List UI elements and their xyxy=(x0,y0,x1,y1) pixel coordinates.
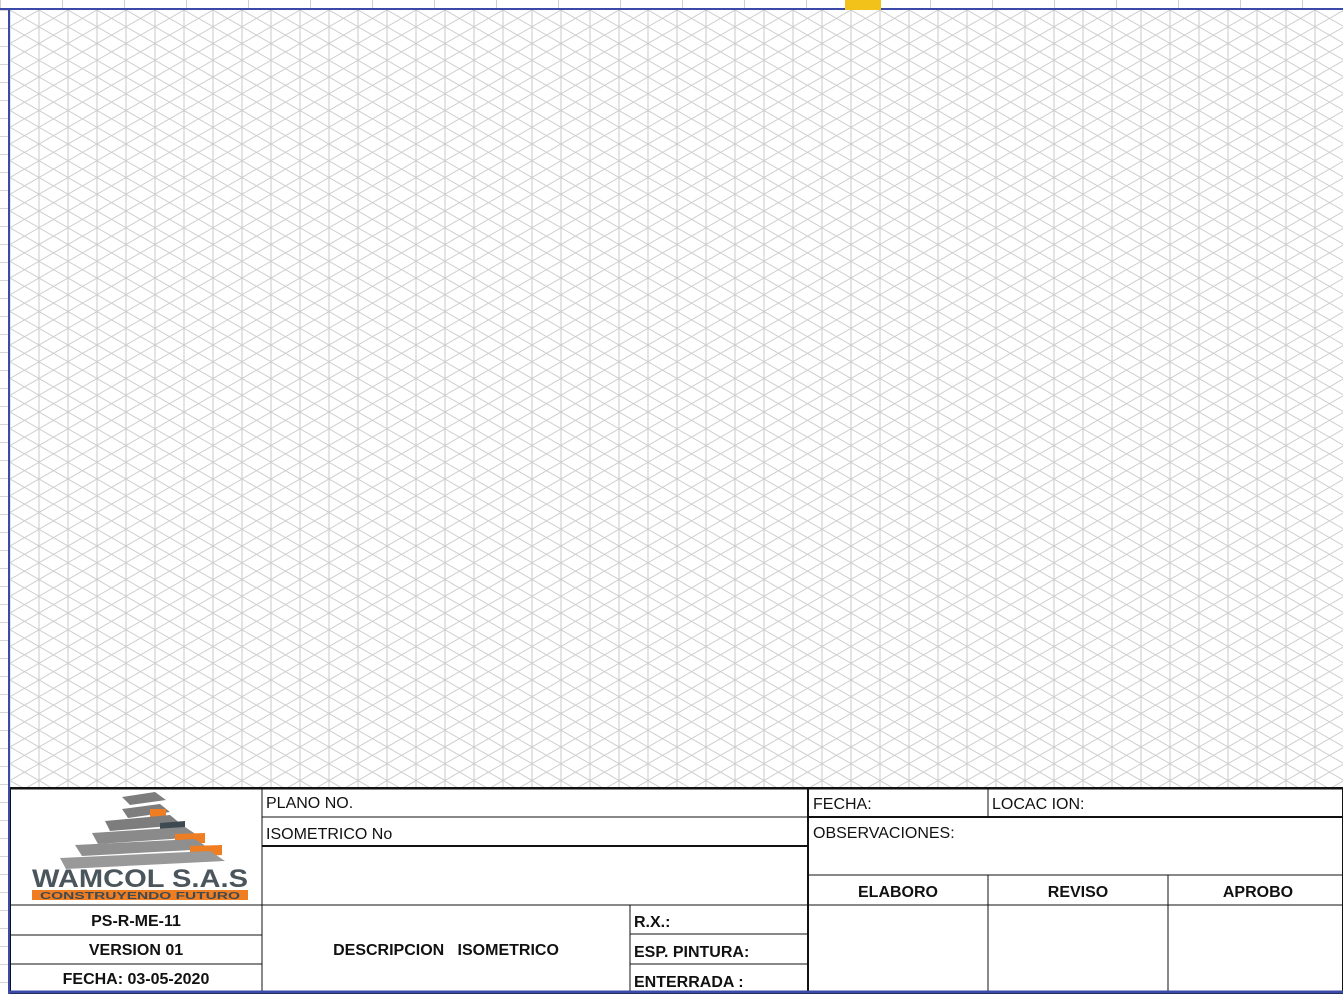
row-header-bar xyxy=(0,10,10,994)
document-version: VERSION 01 xyxy=(89,942,183,959)
isometric-grid[interactable] xyxy=(10,10,1343,787)
signature-aprobo: APROBO xyxy=(1223,884,1293,901)
fecha-label: FECHA: xyxy=(813,796,872,813)
locacion-label: LOCAC ION: xyxy=(992,796,1084,813)
selected-cell-marker[interactable] xyxy=(845,0,881,10)
descripcion-label: DESCRIPCION ISOMETRICO xyxy=(333,942,559,959)
column-header-bar xyxy=(0,0,1343,10)
grid-area xyxy=(10,10,1343,787)
logo-company-name: WAMCOL S.A.S xyxy=(32,865,248,893)
isometrico-no-label: ISOMETRICO No xyxy=(266,826,392,843)
title-block: WAMCOL S.A.S CONSTRUYENDO FUTURO PS-R-ME… xyxy=(10,787,1343,994)
signature-reviso: REVISO xyxy=(1048,884,1108,901)
rx-label: R.X.: xyxy=(634,914,670,931)
isometric-drawing-sheet: WAMCOL S.A.S CONSTRUYENDO FUTURO PS-R-ME… xyxy=(0,0,1343,994)
document-code: PS-R-ME-11 xyxy=(91,913,181,930)
document-date: FECHA: 03-05-2020 xyxy=(63,971,210,988)
signature-elaboro: ELABORO xyxy=(858,884,938,901)
column-ticks xyxy=(0,0,1343,8)
enterrada-label: ENTERRADA : xyxy=(634,974,744,991)
logo-tagline: CONSTRUYENDO FUTURO xyxy=(40,891,240,902)
esp-pintura-label: ESP. PINTURA: xyxy=(634,944,749,961)
wamcol-logo: WAMCOL S.A.S CONSTRUYENDO FUTURO xyxy=(32,792,248,902)
observaciones-label: OBSERVACIONES: xyxy=(813,825,955,842)
plano-no-label: PLANO NO. xyxy=(266,795,353,812)
